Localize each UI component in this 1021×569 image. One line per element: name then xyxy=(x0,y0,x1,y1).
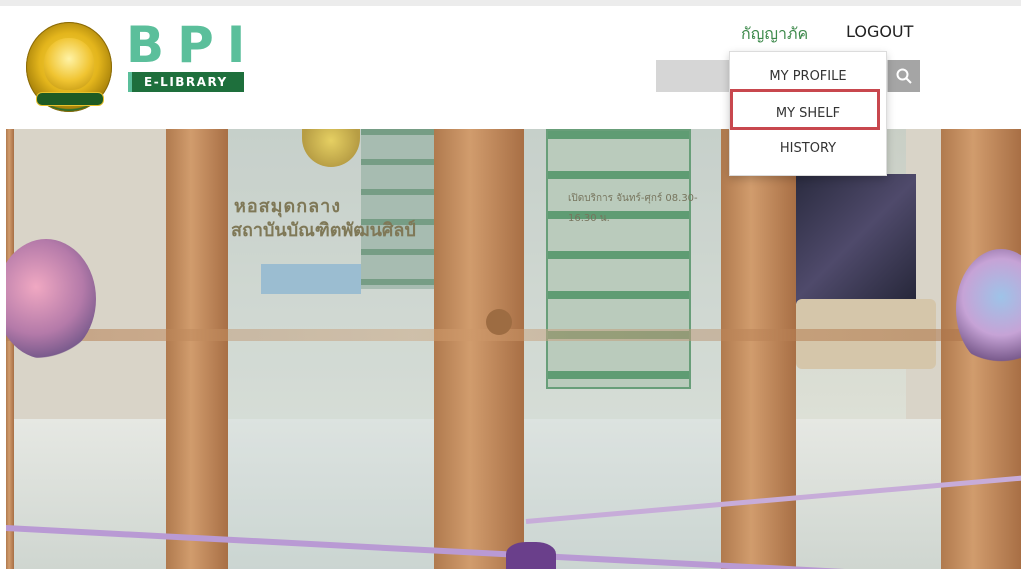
photo-door-lock xyxy=(486,309,512,335)
bpi-logo-text[interactable]: BPI xyxy=(126,20,258,70)
search-button[interactable] xyxy=(888,60,920,92)
photo-glass-pane xyxy=(228,129,434,569)
photo-flower-left xyxy=(6,239,96,359)
my-shelf-highlight-box xyxy=(730,89,880,130)
elibrary-logo-banner[interactable]: E-LIBRARY xyxy=(128,72,244,92)
institution-seal-logo[interactable] xyxy=(26,22,112,112)
photo-door-rail xyxy=(6,329,1021,341)
menu-item-my-profile[interactable]: MY PROFILE xyxy=(730,69,886,84)
photo-paintings xyxy=(796,174,916,304)
photo-ribbon-bow xyxy=(506,542,556,569)
photo-door-frame xyxy=(166,129,228,569)
top-border xyxy=(0,0,1021,6)
search-icon xyxy=(896,68,912,84)
library-entrance-photo: หอสมุดกลาง สถาบันบัณฑิตพัฒนศิลป์ เปิดบริ… xyxy=(6,129,1021,569)
photo-door-frame xyxy=(434,129,524,569)
logout-link[interactable]: LOGOUT xyxy=(846,22,913,41)
seal-ribbon xyxy=(36,92,104,106)
photo-glass-pane xyxy=(524,129,721,569)
photo-door-frame xyxy=(6,129,14,569)
user-name-link[interactable]: กัญญาภัค xyxy=(741,22,808,47)
menu-item-history[interactable]: HISTORY xyxy=(730,141,886,156)
seal-emblem-center xyxy=(44,38,94,90)
